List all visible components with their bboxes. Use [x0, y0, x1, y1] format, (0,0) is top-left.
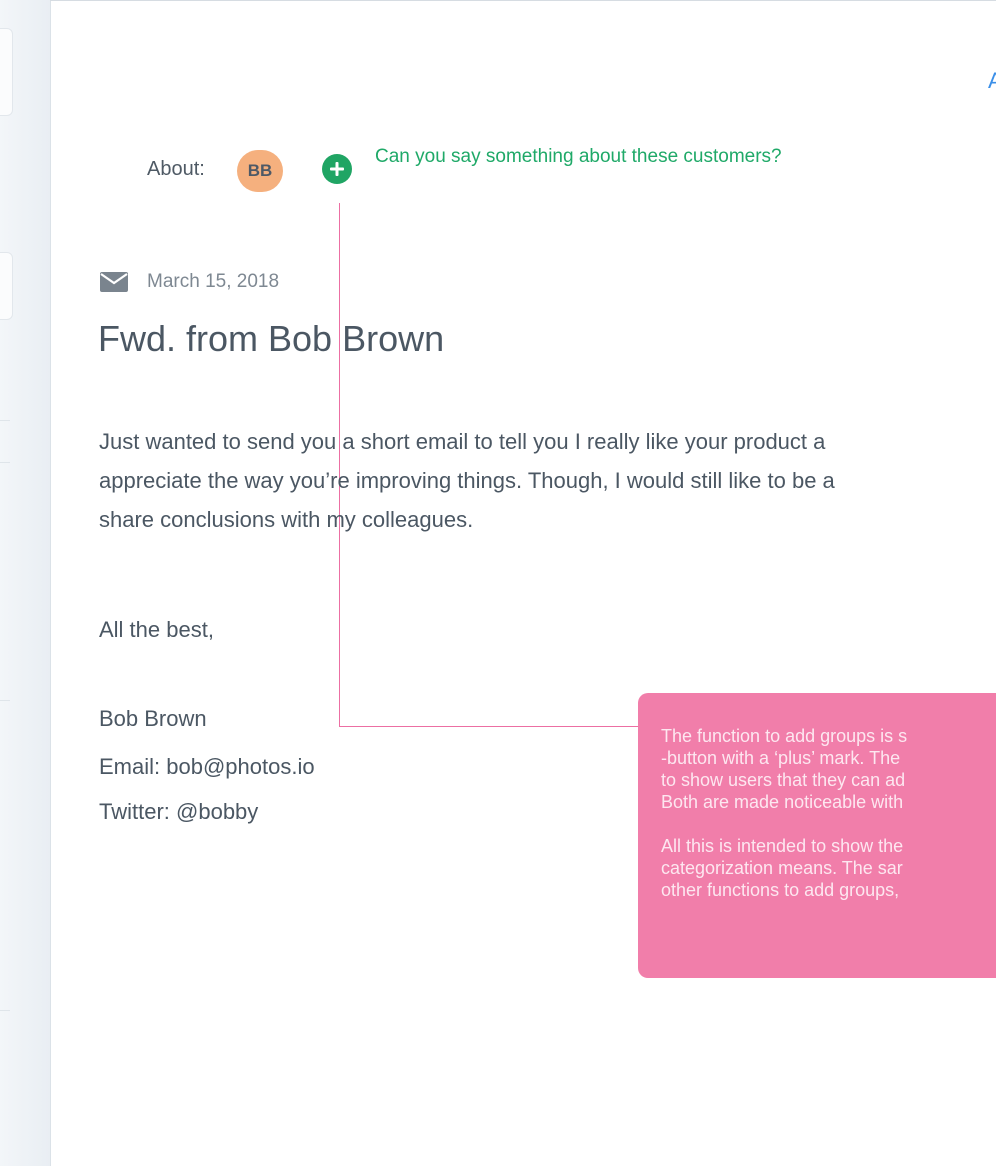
- plus-icon: [330, 162, 344, 176]
- annotation-paragraph: All this is intended to show the categor…: [661, 835, 996, 901]
- annotation-line: The function to add groups is s: [661, 726, 908, 746]
- annotation-line: other functions to add groups,: [661, 880, 900, 900]
- email-body: Just wanted to send you a short email to…: [99, 422, 996, 539]
- signature-email[interactable]: Email: bob@photos.io: [99, 754, 315, 780]
- annotation-note: The function to add groups is s -button …: [638, 693, 996, 978]
- sidebar-divider: [0, 1010, 10, 1011]
- header-link-cut[interactable]: A: [988, 68, 996, 94]
- email-date: March 15, 2018: [147, 271, 280, 292]
- signature-name: Bob Brown: [99, 706, 207, 731]
- about-label: About:: [147, 158, 205, 180]
- email-subject: Fwd. from Bob Brown: [98, 318, 445, 359]
- email-detail-view: A About: BB Can you say something about …: [0, 0, 996, 1166]
- customer-avatar[interactable]: BB: [237, 150, 283, 192]
- annotation-line: -button with a ‘plus’ mark. The: [661, 748, 901, 768]
- email-body-line: share conclusions with my colleagues.: [99, 507, 474, 532]
- add-group-button[interactable]: [322, 154, 352, 184]
- sidebar-divider: [0, 700, 10, 701]
- email-body-line: Just wanted to send you a short email to…: [99, 429, 826, 454]
- sidebar-card[interactable]: [0, 252, 13, 320]
- add-group-prompt[interactable]: Can you say something about these custom…: [375, 146, 795, 168]
- email-body-line: appreciate the way you’re improving thin…: [99, 468, 835, 493]
- left-sidebar: [0, 0, 51, 1166]
- sidebar-divider: [0, 462, 10, 463]
- sidebar-card[interactable]: [0, 28, 13, 116]
- annotation-line: Both are made noticeable with: [661, 792, 904, 812]
- annotation-line: to show users that they can ad: [661, 770, 906, 790]
- sidebar-divider: [0, 420, 10, 421]
- annotation-paragraph: The function to add groups is s -button …: [661, 725, 996, 813]
- signature-twitter[interactable]: Twitter: @bobby: [99, 799, 258, 825]
- email-closing: All the best,: [99, 617, 214, 642]
- envelope-icon: [100, 272, 128, 292]
- annotation-line: All this is intended to show the: [661, 836, 904, 856]
- annotation-line: categorization means. The sar: [661, 858, 903, 878]
- annotation-connector-horizontal: [339, 726, 639, 727]
- top-divider: [50, 0, 996, 1]
